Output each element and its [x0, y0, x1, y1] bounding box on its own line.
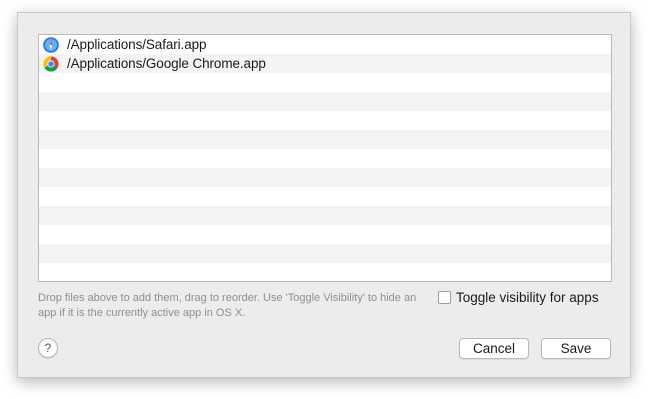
list-item-label: /Applications/Google Chrome.app [67, 56, 266, 71]
list-item[interactable]: /Applications/Google Chrome.app [39, 54, 611, 73]
toggle-visibility-label: Toggle visibility for apps [456, 290, 599, 305]
preferences-sheet: /Applications/Safari.app /Applications/G… [17, 12, 631, 378]
list-item-label: /Applications/Safari.app [67, 37, 207, 52]
safari-icon [43, 36, 59, 53]
help-button[interactable]: ? [38, 338, 58, 358]
cancel-button[interactable]: Cancel [459, 338, 529, 359]
instructions-text: Drop files above to add them, drag to re… [38, 292, 417, 319]
save-button[interactable]: Save [541, 338, 611, 359]
list-item[interactable]: /Applications/Safari.app [39, 35, 611, 54]
chrome-icon [43, 56, 59, 72]
toggle-visibility-checkbox[interactable]: Toggle visibility for apps [438, 290, 599, 305]
checkbox-box[interactable] [438, 291, 451, 304]
app-file-list[interactable]: /Applications/Safari.app /Applications/G… [38, 34, 612, 282]
